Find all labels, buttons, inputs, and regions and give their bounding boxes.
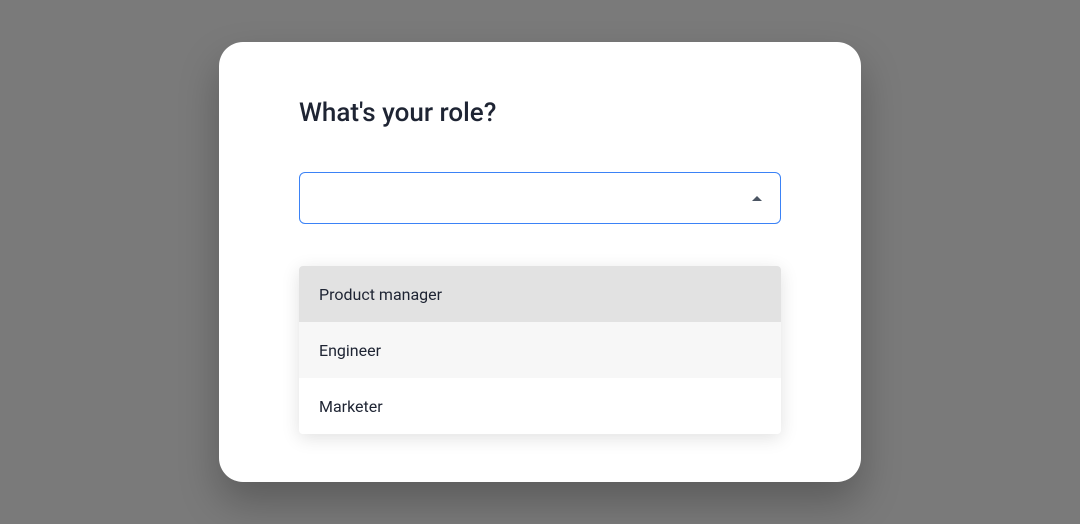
page-title: What's your role? xyxy=(299,98,781,128)
option-label: Marketer xyxy=(319,397,383,416)
role-option-product-manager[interactable]: Product manager xyxy=(299,266,781,322)
role-option-marketer[interactable]: Marketer xyxy=(299,378,781,434)
caret-up-icon xyxy=(752,196,762,201)
option-label: Engineer xyxy=(319,341,381,360)
role-option-engineer[interactable]: Engineer xyxy=(299,322,781,378)
role-dropdown: Product manager Engineer Marketer xyxy=(299,266,781,434)
option-label: Product manager xyxy=(319,285,442,304)
role-select[interactable] xyxy=(299,172,781,224)
role-card: What's your role? Product manager Engine… xyxy=(219,42,861,482)
